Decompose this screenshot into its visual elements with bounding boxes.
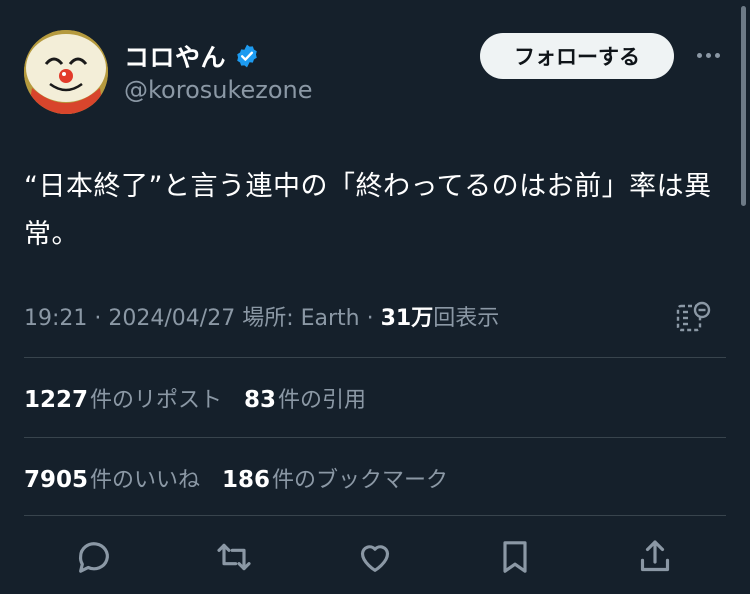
likes-stat[interactable]: 7905件のいいね <box>24 462 200 494</box>
retweet-icon[interactable] <box>212 535 256 579</box>
quotes-label: 件の引用 <box>278 388 367 413</box>
follow-button[interactable]: フォローする <box>480 33 674 79</box>
tweet-time[interactable]: 19:21 <box>24 306 87 331</box>
display-name[interactable]: コロやん <box>124 38 226 74</box>
tweet-text: “日本終了”と言う連中の「終わってるのはお前」率は異常。 <box>24 171 712 250</box>
divider <box>24 437 726 438</box>
meta-separator: · <box>359 306 381 331</box>
analytics-icon[interactable] <box>674 298 714 338</box>
quotes-count: 83 <box>244 387 277 413</box>
reply-icon[interactable] <box>72 535 116 579</box>
like-icon[interactable] <box>353 535 397 579</box>
divider <box>24 357 726 358</box>
verified-badge-icon <box>237 44 257 68</box>
tweet-date[interactable]: 2024/04/27 <box>108 306 235 331</box>
more-options-icon[interactable] <box>690 40 726 70</box>
avatar[interactable] <box>24 30 108 114</box>
likes-count: 7905 <box>24 467 89 493</box>
likes-label: 件のいいね <box>90 468 201 493</box>
meta-separator: · <box>87 306 109 331</box>
views-count: 31万 <box>380 306 434 331</box>
stats-row-likes: 7905件のいいね 186件のブックマーク <box>24 462 448 494</box>
user-name-row[interactable]: コロやん <box>124 38 260 74</box>
bookmark-icon[interactable] <box>493 535 537 579</box>
tweet-meta: 19:21 · 2024/04/27 場所: Earth · 31万 回表示 <box>24 300 499 332</box>
quotes-stat[interactable]: 83件の引用 <box>244 382 366 414</box>
views-label: 回表示 <box>433 306 500 331</box>
stats-row-reposts: 1227件のリポスト 83件の引用 <box>24 382 366 414</box>
share-icon[interactable] <box>633 535 677 579</box>
bookmarks-label: 件のブックマーク <box>272 468 449 493</box>
reposts-label: 件のリポスト <box>90 388 223 413</box>
divider <box>24 515 726 516</box>
reposts-count: 1227 <box>24 387 89 413</box>
reposts-stat[interactable]: 1227件のリポスト <box>24 382 222 414</box>
user-handle[interactable]: @korosukezone <box>124 76 313 104</box>
bookmarks-count: 186 <box>222 467 271 493</box>
bookmarks-stat[interactable]: 186件のブックマーク <box>222 462 448 494</box>
action-bar <box>24 535 726 585</box>
scrollbar[interactable] <box>741 6 746 206</box>
tweet-location: 場所: Earth <box>235 306 360 331</box>
